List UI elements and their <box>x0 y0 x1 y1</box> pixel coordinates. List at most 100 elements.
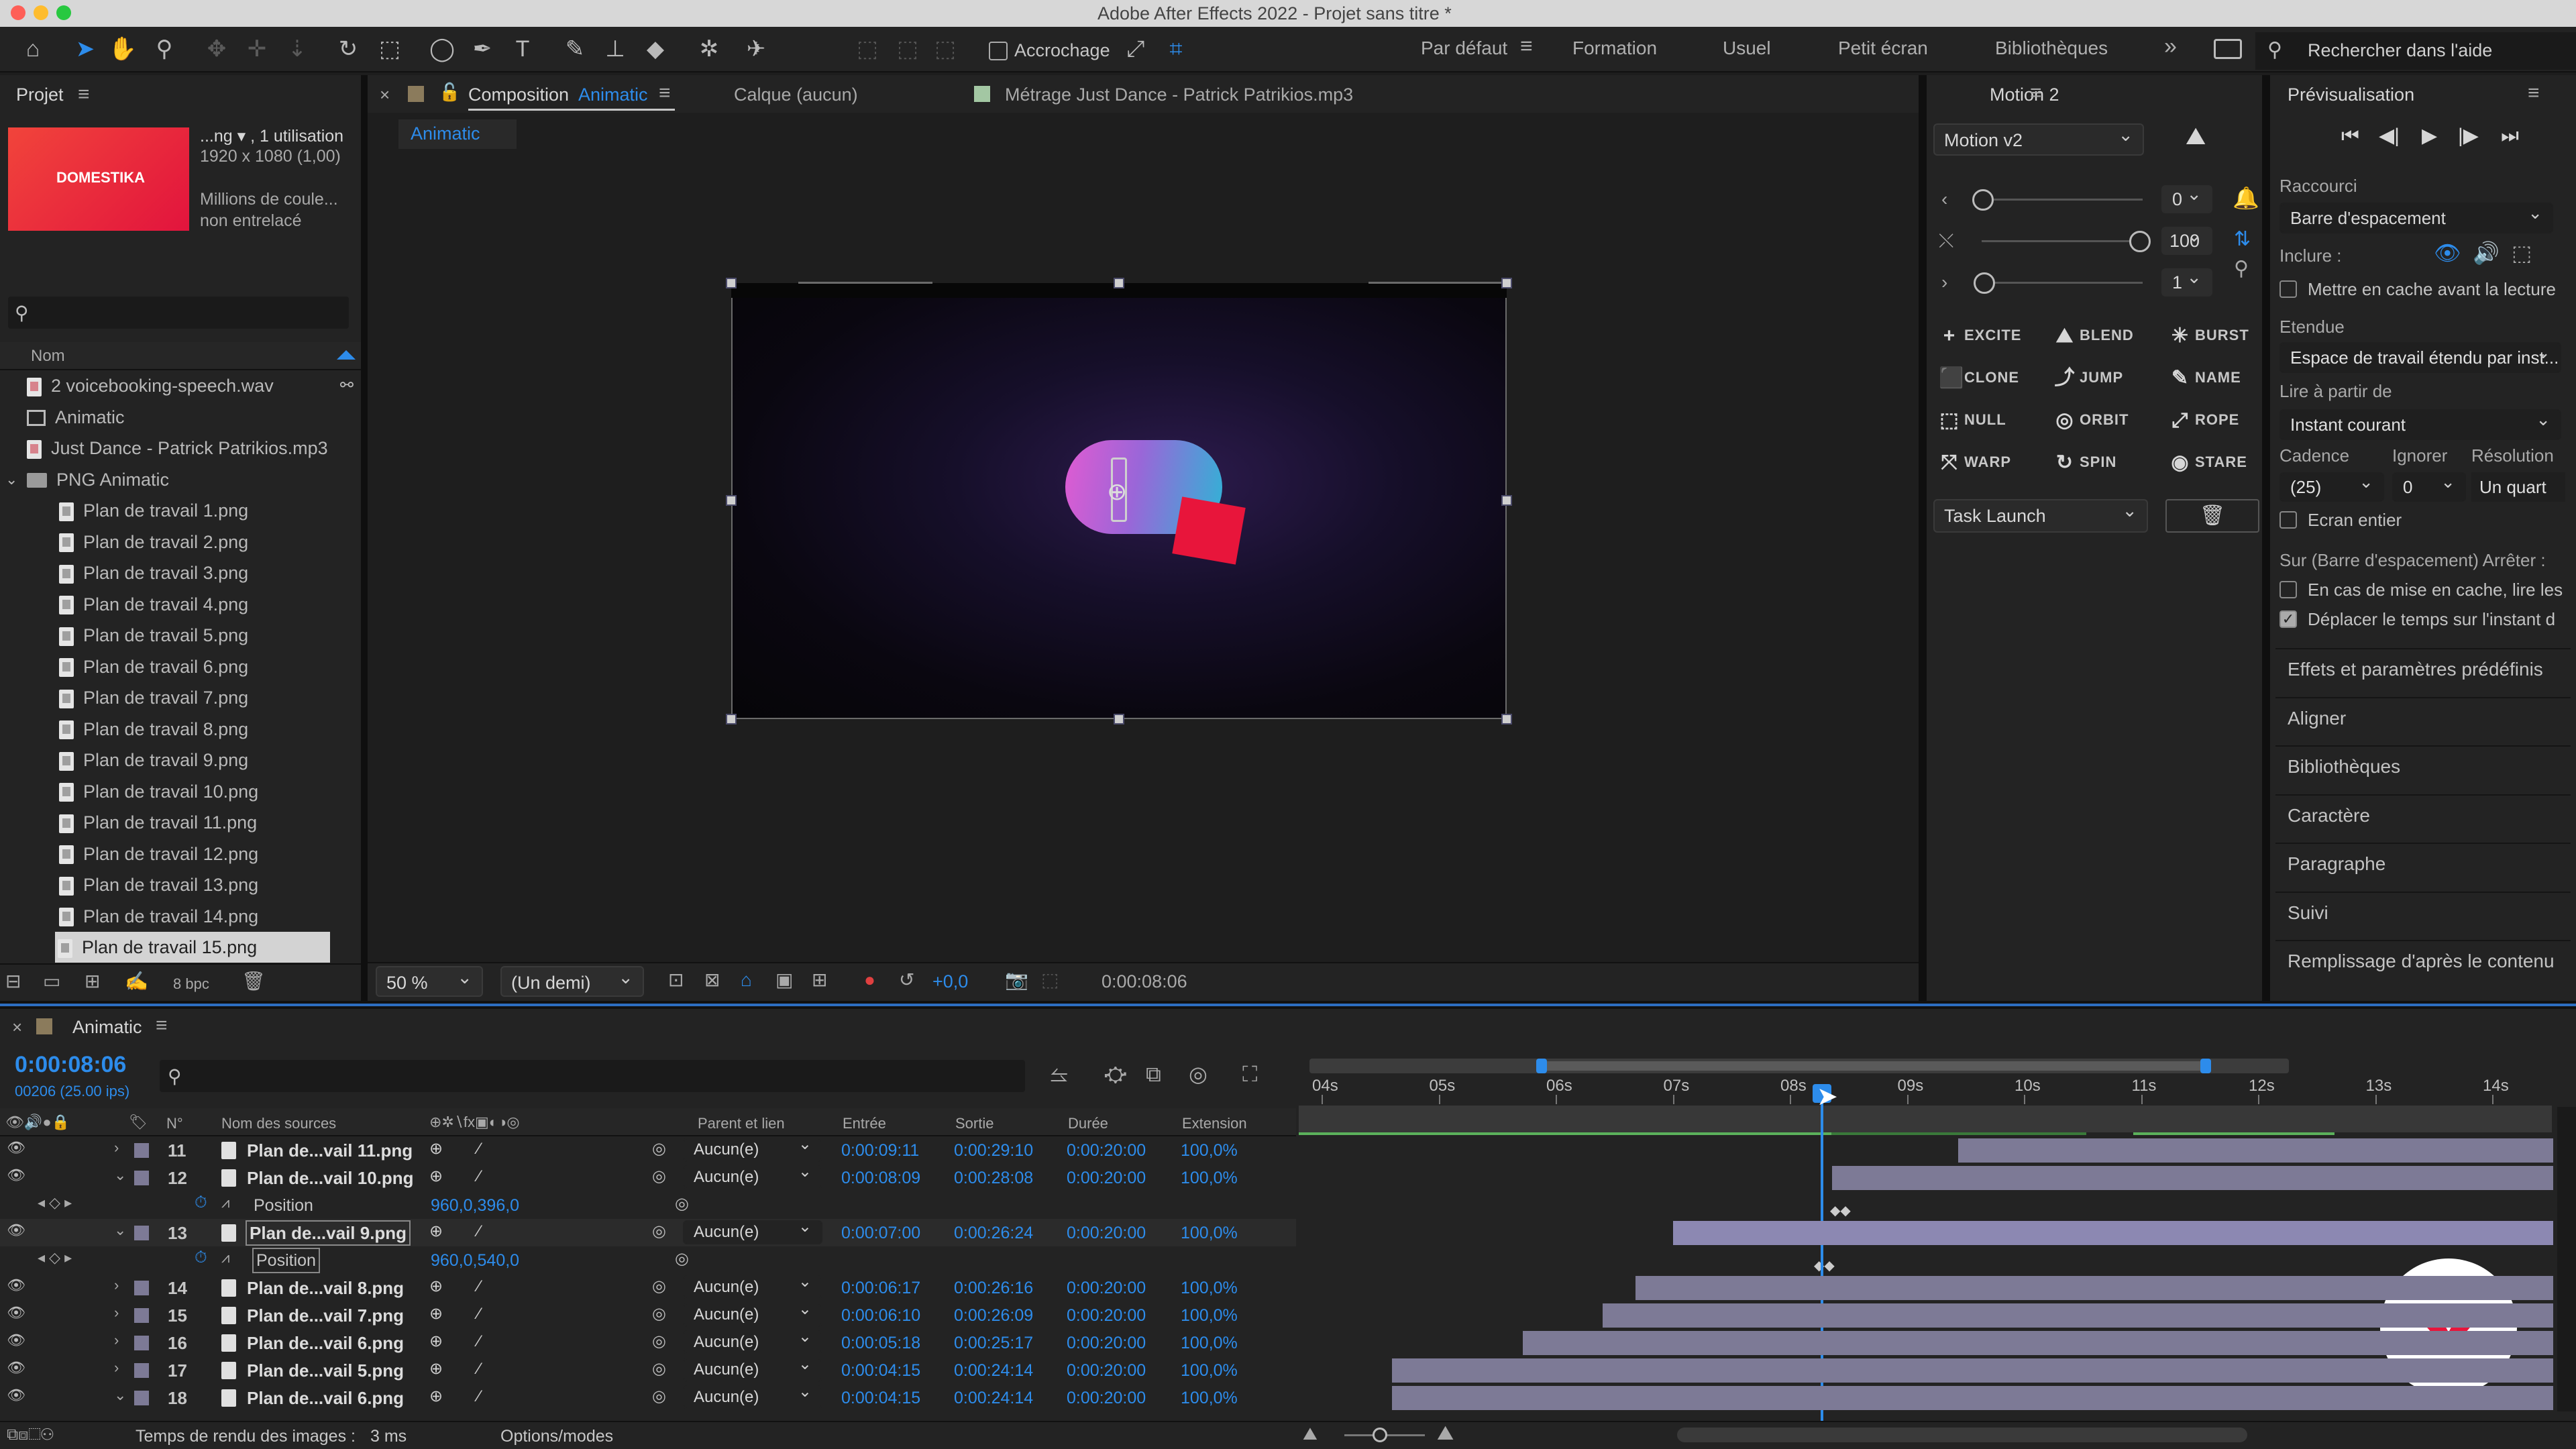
layer-in[interactable]: 0:00:08:09 <box>841 1167 920 1189</box>
roto-brush-icon[interactable]: ✲ <box>694 34 724 64</box>
layer-duration-bar[interactable] <box>1672 1221 2553 1245</box>
shy-switch-icon[interactable]: ⊕ <box>429 1358 443 1381</box>
layer-out[interactable]: 0:00:26:16 <box>954 1277 1033 1299</box>
timeline-tab-name[interactable]: Animatic <box>72 1016 142 1038</box>
keyframe-icon[interactable]: ◆◆ <box>1830 1199 1851 1222</box>
project-item[interactable]: Plan de travail 15.png <box>55 932 330 963</box>
property-name[interactable]: Position <box>252 1248 320 1273</box>
composition-tab-label[interactable]: Composition <box>468 83 569 106</box>
transform-handle[interactable] <box>1114 714 1124 724</box>
twirl-arrow-icon[interactable]: › <box>114 1356 119 1379</box>
puppet-pin-icon[interactable]: ✈ <box>741 34 771 64</box>
visibility-eye-icon[interactable]: 👁 <box>7 1219 25 1242</box>
pick-whip-icon[interactable]: ◎ <box>652 1275 666 1298</box>
close-tab-icon[interactable]: × <box>380 83 390 106</box>
layer-tab[interactable]: Calque (aucun) <box>734 83 858 106</box>
layer-name[interactable]: Plan de...vail 6.png <box>247 1387 404 1409</box>
layer-duration-bar[interactable] <box>1635 1276 2553 1300</box>
visibility-eye-icon[interactable]: 👁 <box>7 1329 25 1352</box>
lock-icon[interactable]: 🔓 <box>439 80 460 103</box>
shy-switch-icon[interactable]: ⊕ <box>429 1303 443 1326</box>
project-item[interactable]: Plan de travail 6.png <box>0 651 359 682</box>
graph-icon[interactable]: ⩘ <box>221 1246 229 1269</box>
dependency-icon[interactable]: ⚯ <box>340 370 354 401</box>
sort-ascending-icon[interactable] <box>337 350 356 360</box>
layer-label-color[interactable] <box>134 1336 149 1350</box>
quality-switch-icon[interactable]: ⁄ <box>478 1165 480 1188</box>
motion-warp-button[interactable]: ⤧ WARP <box>1939 445 2053 480</box>
motion-name-button[interactable]: ✎ NAME <box>2169 360 2284 395</box>
project-search-field[interactable] <box>8 297 349 329</box>
help-search-placeholder[interactable]: Rechercher dans l'aide <box>2308 39 2492 62</box>
quality-switch-icon[interactable]: ⁄ <box>478 1358 480 1381</box>
layer-row[interactable]: 👁 › 11 Plan de...vail 11.png ⊕ ⁄ ◎ Aucun(e) 0:00… <box>0 1134 1296 1164</box>
work-area-track[interactable] <box>1299 1106 2552 1132</box>
vertical-scrollbar[interactable] <box>2557 1107 2576 1411</box>
project-menu-icon[interactable]: ≡ <box>78 83 90 106</box>
quality-switch-icon[interactable]: ⁄ <box>478 1138 480 1161</box>
mask-path-icon[interactable]: ⌂ <box>741 969 752 991</box>
project-item[interactable]: Plan de travail 2.png <box>0 527 359 557</box>
close-timeline-icon[interactable]: × <box>12 1016 22 1038</box>
pick-whip-icon[interactable]: ◎ <box>652 1303 666 1326</box>
motion-burst-button[interactable]: ✳ BURST <box>2169 318 2284 353</box>
project-item[interactable]: Plan de travail 5.png <box>0 620 359 651</box>
layer-label-color[interactable] <box>134 1143 149 1158</box>
layer-stretch[interactable]: 100,0% <box>1181 1277 1238 1299</box>
visibility-eye-icon[interactable]: 👁 <box>7 1384 25 1407</box>
visibility-eye-icon[interactable]: 👁 <box>7 1301 25 1324</box>
zoom-in-icon[interactable]: ⛰ <box>1437 1422 1454 1445</box>
shy-switch-icon[interactable]: ⊕ <box>429 1275 443 1298</box>
project-item[interactable]: Plan de travail 3.png <box>0 557 359 588</box>
collapsed-panel-3[interactable]: Caractère <box>2288 805 2370 826</box>
zoom-out-icon[interactable]: ⛰ <box>1303 1422 1318 1445</box>
layer-duration-bar[interactable] <box>1391 1358 2553 1383</box>
axis-local-icon[interactable]: ⬚ <box>852 34 883 64</box>
comp-breadcrumb[interactable]: Animatic <box>398 119 517 149</box>
layer-in[interactable]: 0:00:06:10 <box>841 1304 920 1327</box>
transform-handle[interactable] <box>1501 278 1512 288</box>
project-item[interactable]: Plan de travail 8.png <box>0 714 359 745</box>
pen-tool-icon[interactable]: ✒ <box>467 34 498 64</box>
workspace-formation[interactable]: Formation <box>1572 38 1657 59</box>
twirl-arrow-icon[interactable]: ⌄ <box>114 1384 126 1407</box>
workspace-petit-ecran[interactable]: Petit écran <box>1838 38 1928 59</box>
layer-out[interactable]: 0:00:29:10 <box>954 1139 1033 1162</box>
parent-dropdown[interactable]: Aucun(e) <box>683 1271 822 1299</box>
layer-dur[interactable]: 0:00:20:00 <box>1067 1332 1146 1354</box>
shortcut-dropdown[interactable]: Barre d'espacement <box>2279 199 2553 233</box>
quality-switch-icon[interactable]: ⁄ <box>478 1303 480 1326</box>
pin-icon[interactable]: ⚲ <box>2234 258 2249 280</box>
navigator-start-handle[interactable] <box>1536 1059 1547 1073</box>
transparency-grid-icon[interactable]: ⊠ <box>704 969 720 991</box>
project-item[interactable]: 2 voicebooking-speech.wav ⚯ <box>0 370 359 401</box>
layer-duration-bar[interactable] <box>1602 1303 2553 1328</box>
layer-out[interactable]: 0:00:24:14 <box>954 1359 1033 1382</box>
shy-layers-icon[interactable]: ⧉ <box>1146 1063 1161 1085</box>
column-out[interactable]: Sortie <box>955 1112 994 1135</box>
pick-whip-icon[interactable]: ◎ <box>652 1220 666 1243</box>
motion-rope-button[interactable]: ⤢ ROPE <box>2169 402 2284 437</box>
layer-out[interactable]: 0:00:28:08 <box>954 1167 1033 1189</box>
collapsed-panel-4[interactable]: Paragraphe <box>2288 853 2385 875</box>
work-area-bar[interactable] <box>1540 1061 2211 1071</box>
project-item[interactable]: Plan de travail 4.png <box>0 589 359 620</box>
layer-dur[interactable]: 0:00:20:00 <box>1067 1387 1146 1409</box>
shy-switch-icon[interactable]: ⊕ <box>429 1220 443 1243</box>
snapping-checkbox[interactable] <box>989 42 1008 60</box>
horizontal-scrollbar[interactable] <box>1677 1428 2247 1442</box>
layer-duration-bar[interactable] <box>1391 1386 2553 1410</box>
grid-guides-icon[interactable]: ⊞ <box>812 969 827 991</box>
layer-name[interactable]: Plan de...vail 9.png <box>245 1220 411 1246</box>
next-frame-icon[interactable]: |▶ <box>2458 125 2479 148</box>
bell-icon[interactable]: 🔔 <box>2233 186 2259 209</box>
project-item[interactable]: Plan de travail 14.png <box>0 901 359 932</box>
transform-handle[interactable] <box>726 278 737 288</box>
ellipse-tool-icon[interactable]: ◯ <box>427 34 458 64</box>
layer-name[interactable]: Plan de...vail 8.png <box>247 1277 404 1299</box>
pick-whip-icon[interactable]: ◎ <box>652 1330 666 1353</box>
layer-out[interactable]: 0:00:26:24 <box>954 1222 1033 1244</box>
column-in[interactable]: Entrée <box>843 1112 886 1135</box>
status-toggle-icons[interactable]: ⧉⧈⬚⚇ <box>7 1424 54 1446</box>
twirl-arrow-icon[interactable]: ⌄ <box>114 1164 126 1187</box>
